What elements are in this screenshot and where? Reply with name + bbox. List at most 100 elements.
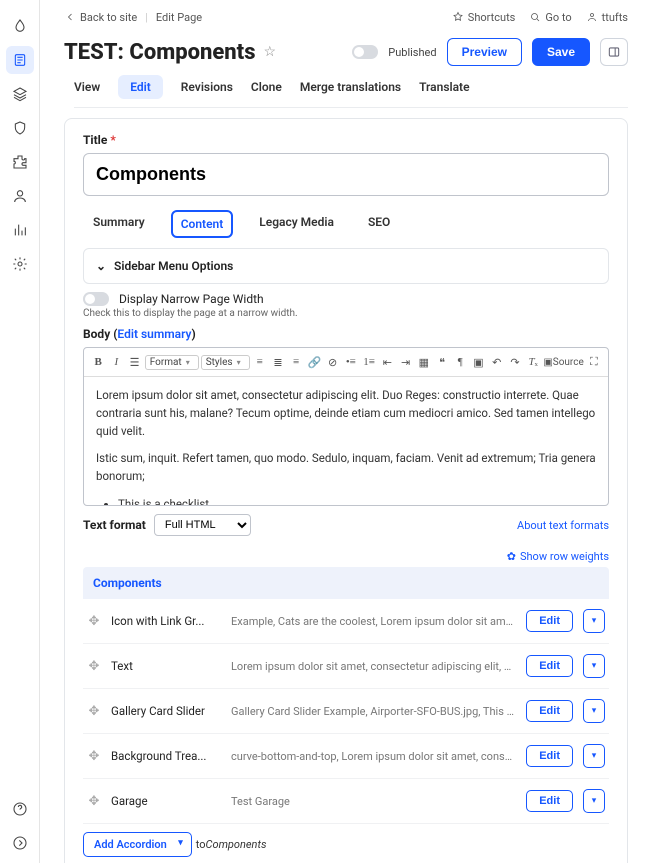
unlink-icon[interactable]: ⊘ <box>325 352 341 372</box>
narrow-width-toggle[interactable] <box>83 292 109 306</box>
edit-component-button[interactable]: Edit <box>526 745 573 767</box>
shortcuts-link[interactable]: Shortcuts <box>452 11 516 24</box>
primary-tabs: View Edit Revisions Clone Merge translat… <box>74 80 628 108</box>
clear-icon[interactable]: Tₓ <box>525 352 541 372</box>
user-menu[interactable]: ttufts <box>586 11 628 24</box>
admin-rail <box>0 0 40 863</box>
tab-view[interactable]: View <box>74 80 100 99</box>
maximize-icon[interactable]: ⛶ <box>586 352 602 372</box>
media-icon[interactable]: ▣ <box>470 352 486 372</box>
styles-dropdown[interactable]: Styles <box>201 355 250 370</box>
tab-revisions[interactable]: Revisions <box>181 80 233 99</box>
text-format-select[interactable]: Full HTML <box>154 514 251 536</box>
component-row: ✥ Gallery Card Slider Gallery Card Slide… <box>83 689 609 734</box>
paragraph-icon[interactable]: ¶ <box>452 352 468 372</box>
user-icon <box>586 11 598 23</box>
undo-icon[interactable]: ↶ <box>489 352 505 372</box>
component-summary: Test Garage <box>231 795 516 808</box>
quote-icon[interactable]: ❝ <box>434 352 450 372</box>
edit-form-card: Title * Summary Content Legacy Media SEO… <box>64 118 628 863</box>
star-icon <box>452 11 464 23</box>
rail-layers-icon[interactable] <box>6 80 34 108</box>
edit-component-button[interactable]: Edit <box>526 655 573 677</box>
component-actions-dropdown[interactable]: ▾ <box>583 609 605 633</box>
component-actions-dropdown[interactable]: ▾ <box>583 789 605 813</box>
content-subtabs: Summary Content Legacy Media SEO <box>85 210 609 238</box>
edit-component-button[interactable]: Edit <box>526 610 573 632</box>
rail-reports-icon[interactable] <box>6 216 34 244</box>
rte-content[interactable]: Lorem ipsum dolor sit amet, consectetur … <box>84 377 608 505</box>
rail-content-icon[interactable] <box>6 46 34 74</box>
page-title: TEST: Components ☆ <box>64 40 276 65</box>
drag-handle-icon[interactable]: ✥ <box>87 614 101 629</box>
component-row: ✥ Text Lorem ipsum dolor sit amet, conse… <box>83 644 609 689</box>
source-button[interactable]: ▣ Source <box>543 352 583 372</box>
rail-settings-icon[interactable] <box>6 250 34 278</box>
drag-handle-icon[interactable]: ✥ <box>87 704 101 719</box>
rail-puzzle-icon[interactable] <box>6 148 34 176</box>
favorite-star-icon[interactable]: ☆ <box>263 44 276 60</box>
component-type: Gallery Card Slider <box>111 704 221 718</box>
chevron-left-icon <box>64 11 76 23</box>
rail-shield-icon[interactable] <box>6 114 34 142</box>
component-row: ✥ Icon with Link Gr... Example, Cats are… <box>83 599 609 644</box>
sidebar-menu-accordion[interactable]: ⌄ Sidebar Menu Options <box>83 248 609 284</box>
align-right-icon[interactable]: ≡ <box>288 352 304 372</box>
search-icon <box>529 11 541 23</box>
component-type: Background Trea... <box>111 749 221 763</box>
align-center-icon[interactable]: ≣ <box>270 352 286 372</box>
drag-handle-icon[interactable]: ✥ <box>87 749 101 764</box>
narrow-width-label: Display Narrow Page Width <box>119 292 264 306</box>
tab-clone[interactable]: Clone <box>251 80 282 99</box>
bullet-list-icon[interactable]: •≡ <box>343 352 359 372</box>
back-to-site-link[interactable]: Back to site <box>64 11 137 24</box>
text-format-label: Text format <box>83 518 146 532</box>
rail-user-icon[interactable] <box>6 182 34 210</box>
about-text-formats-link[interactable]: About text formats <box>517 519 609 532</box>
rail-water-icon[interactable] <box>6 12 34 40</box>
component-type: Garage <box>111 794 221 808</box>
edit-summary-link[interactable]: Edit summary <box>117 327 191 341</box>
outdent-icon[interactable]: ⇤ <box>379 352 395 372</box>
table-icon[interactable]: ▦ <box>416 352 432 372</box>
goto-link[interactable]: Go to <box>529 11 571 24</box>
rail-collapse-icon[interactable] <box>6 829 34 857</box>
title-field-label: Title * <box>83 133 609 147</box>
subtab-seo[interactable]: SEO <box>360 210 398 238</box>
rail-help-icon[interactable] <box>6 795 34 823</box>
drag-handle-icon[interactable]: ✥ <box>87 794 101 809</box>
chevron-down-icon: ⌄ <box>96 259 106 273</box>
link-icon[interactable]: 🔗 <box>306 352 322 372</box>
add-target-label: toComponents <box>196 838 267 851</box>
preview-button[interactable]: Preview <box>447 38 522 66</box>
component-actions-dropdown[interactable]: ▾ <box>583 654 605 678</box>
align-left-icon[interactable]: ≡ <box>252 352 268 372</box>
redo-icon[interactable]: ↷ <box>507 352 523 372</box>
edit-component-button[interactable]: Edit <box>526 790 573 812</box>
published-toggle[interactable] <box>352 45 378 59</box>
remove-format-icon[interactable]: ☰ <box>126 352 142 372</box>
add-component-select[interactable]: Add Accordion <box>83 832 192 857</box>
rte-toolbar: B I ☰ Format Styles ≡ ≣ ≡ 🔗 ⊘ •≡ 1≡ ⇤ ⇥ … <box>84 348 608 377</box>
edit-component-button[interactable]: Edit <box>526 700 573 722</box>
tab-merge[interactable]: Merge translations <box>300 80 401 99</box>
save-button[interactable]: Save <box>532 38 590 66</box>
tab-edit[interactable]: Edit <box>118 75 163 99</box>
subtab-content[interactable]: Content <box>171 210 234 238</box>
bold-icon[interactable]: B <box>90 352 106 372</box>
subtab-legacy-media[interactable]: Legacy Media <box>251 210 342 238</box>
drag-handle-icon[interactable]: ✥ <box>87 659 101 674</box>
sidebar-toggle-button[interactable] <box>600 38 628 66</box>
show-row-weights-link[interactable]: ✿ Show row weights <box>83 550 609 563</box>
title-input[interactable] <box>83 153 609 196</box>
tab-translate[interactable]: Translate <box>419 80 469 99</box>
component-actions-dropdown[interactable]: ▾ <box>583 699 605 723</box>
indent-icon[interactable]: ⇥ <box>397 352 413 372</box>
number-list-icon[interactable]: 1≡ <box>361 352 377 372</box>
component-actions-dropdown[interactable]: ▾ <box>583 744 605 768</box>
subtab-summary[interactable]: Summary <box>85 210 153 238</box>
italic-icon[interactable]: I <box>108 352 124 372</box>
published-label: Published <box>388 46 436 59</box>
component-summary: Gallery Card Slider Example, Airporter-S… <box>231 705 516 718</box>
format-dropdown[interactable]: Format <box>145 355 199 370</box>
